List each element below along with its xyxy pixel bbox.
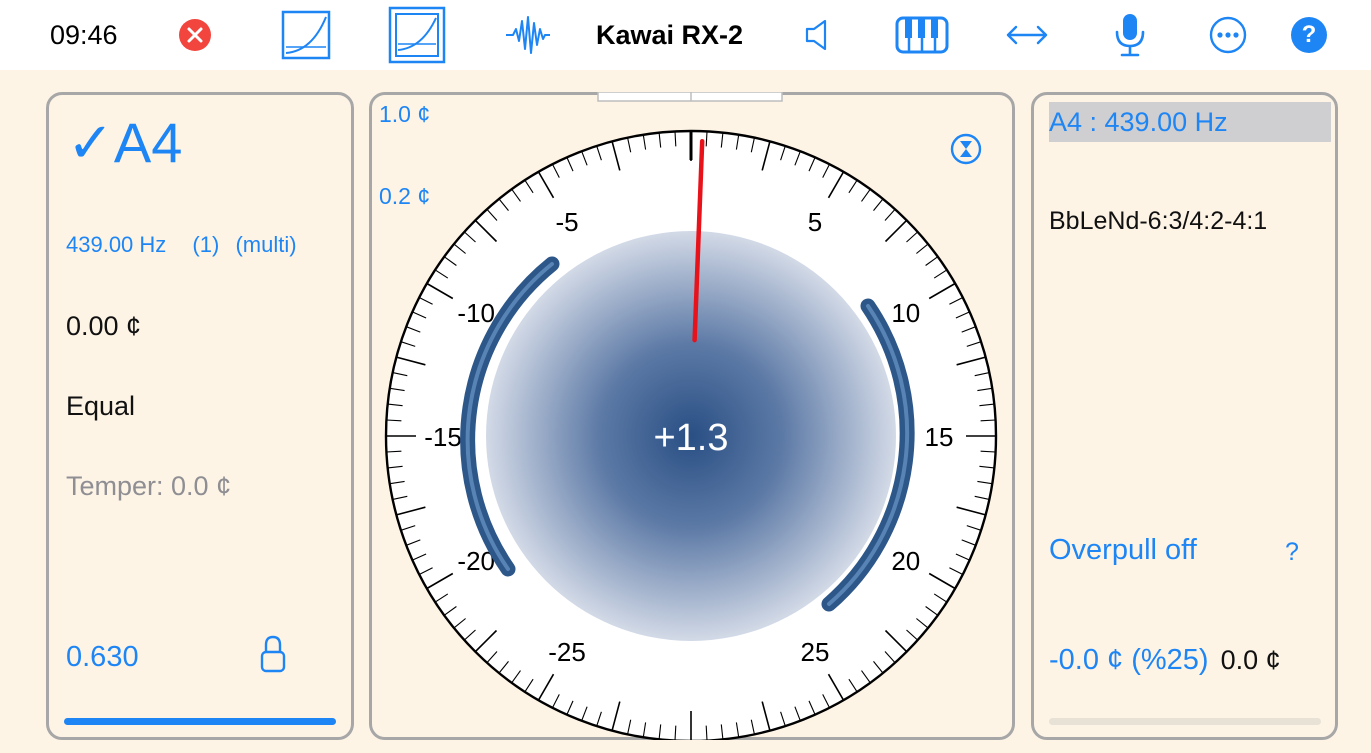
more-options-icon: [1209, 16, 1247, 54]
dial-label: 5: [808, 207, 822, 237]
note-frequency-header[interactable]: A4 : 439.00 Hz: [1049, 102, 1331, 142]
dial-label: -15: [424, 422, 462, 452]
help-glyph: ?: [1301, 21, 1317, 48]
lock-icon[interactable]: [259, 634, 287, 674]
curve-edit-button[interactable]: [388, 0, 446, 70]
main-content: ✓A4 439.00 Hz (1) (multi) 0.00 ¢ Equal T…: [0, 70, 1371, 753]
microphone-icon: [1115, 14, 1145, 57]
scale-tab: [597, 92, 783, 102]
dial-label: 20: [891, 546, 920, 576]
temperament-code[interactable]: BbLeNd-6:3/4:2-4:1: [1049, 207, 1267, 236]
dial-label: 25: [801, 637, 830, 667]
speaker-icon: [805, 19, 827, 51]
overpull-percent[interactable]: -0.0 ¢ (%25): [1049, 644, 1209, 676]
scale-range-label[interactable]: 1.0 ¢: [379, 101, 430, 128]
check-icon: ✓: [67, 111, 114, 174]
temper-value[interactable]: Temper: 0.0 ¢: [66, 471, 231, 502]
tuning-curve-icon: [281, 10, 331, 60]
left-right-arrows-icon: [1006, 25, 1048, 45]
microphone-button[interactable]: [1113, 0, 1147, 70]
dial-label: -10: [457, 298, 495, 328]
timer-icon[interactable]: [950, 133, 982, 165]
overpull-cents: 0.0 ¢: [1220, 645, 1281, 675]
scale-sub-label[interactable]: 0.2 ¢: [379, 183, 430, 210]
curve-view-button[interactable]: [280, 0, 332, 70]
note-title: ✓A4: [67, 111, 182, 175]
speaker-button[interactable]: [804, 0, 830, 70]
tuning-dial-panel: -25 -20 -15 -10 -5 5 10 15 20 25 +1.3 1.0 ¢ 0.2 ¢: [369, 92, 1015, 740]
measure-mode[interactable]: (multi): [235, 232, 296, 257]
tuning-curve-boxed-icon: [388, 6, 446, 64]
waveform-icon: [506, 16, 550, 54]
frequency-line: 439.00 Hz (1) (multi): [66, 232, 297, 258]
dial-label: 10: [891, 298, 920, 328]
left-progress-track: [64, 718, 336, 725]
overpull-values: -0.0 ¢ (%25) 0.0 ¢: [1049, 644, 1281, 677]
dial-label: -25: [548, 637, 586, 667]
partials-panel: A4 : 439.00 Hz BbLeNd-6:3/4:2-4:1 Overpu…: [1031, 92, 1338, 740]
left-progress-fill: [64, 718, 336, 725]
waveform-button[interactable]: [505, 0, 551, 70]
close-circle-icon: [179, 19, 211, 51]
tuning-dial: -25-20-15-10-5 510152025 +1.3: [384, 92, 998, 740]
help-button[interactable]: ?: [1291, 0, 1327, 70]
help-icon: ?: [1291, 17, 1327, 53]
frequency-value[interactable]: 439.00 Hz: [66, 232, 166, 257]
piano-button[interactable]: [895, 0, 949, 70]
dial-label: -5: [555, 207, 578, 237]
device-name: Kawai RX-2: [596, 19, 744, 50]
close-button[interactable]: [178, 0, 212, 70]
inharmonicity-value[interactable]: 0.630: [66, 641, 139, 674]
cents-offset[interactable]: 0.00 ¢: [66, 311, 141, 342]
overpull-toggle[interactable]: Overpull off: [1049, 534, 1197, 567]
temperament-name[interactable]: Equal: [66, 391, 135, 422]
clock: 09:46: [50, 19, 118, 50]
partial-count[interactable]: (1): [192, 232, 219, 257]
note-info-panel: ✓A4 439.00 Hz (1) (multi) 0.00 ¢ Equal T…: [46, 92, 354, 740]
toolbar: 09:46 Kawai RX-2 ?: [0, 0, 1371, 70]
more-button[interactable]: [1208, 0, 1248, 70]
right-progress-track: [1049, 718, 1321, 725]
piano-keys-icon: [895, 16, 949, 54]
stretch-button[interactable]: [1005, 0, 1049, 70]
dial-label: 15: [925, 422, 954, 452]
overpull-help[interactable]: ?: [1285, 538, 1299, 567]
cents-reading: +1.3: [653, 417, 728, 459]
note-name: A4: [113, 111, 183, 174]
